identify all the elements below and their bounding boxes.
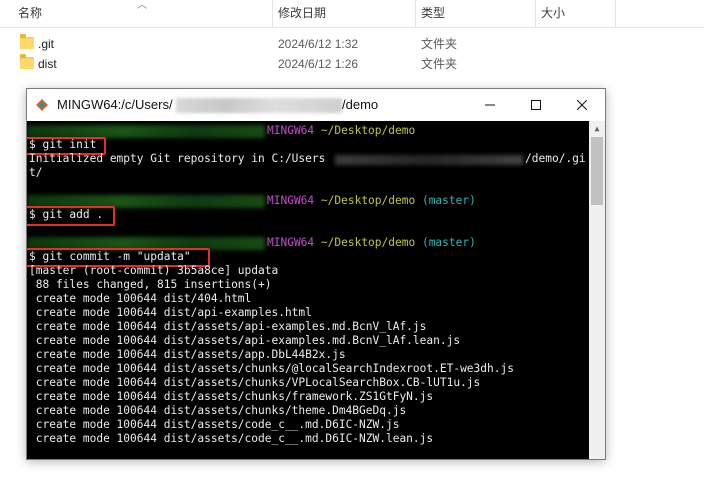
prompt-host: MINGW64 <box>267 124 315 137</box>
file-type: 文件夹 <box>421 57 458 71</box>
column-header-type[interactable]: 类型 <box>417 0 535 27</box>
output-line: [master (root-commit) 3b5a8ce] updata <box>29 264 279 277</box>
prompt-host: MINGW64 <box>267 236 315 249</box>
minimize-icon <box>485 104 495 106</box>
window-title-suffix: /demo <box>342 97 379 112</box>
git-bash-icon <box>36 99 48 111</box>
output-line: create mode 100644 dist/assets/code_c__.… <box>29 418 400 431</box>
output-line: Initialized empty Git repository in C:/U… <box>29 152 326 165</box>
file-date: 2024/6/12 1:32 <box>278 37 359 51</box>
prompt-path: ~/Desktop/demo <box>320 194 416 207</box>
file-row-git[interactable]: .git 2024/6/12 1:32 文件夹 <box>0 33 704 55</box>
title-bar[interactable]: MINGW64:/c/Users/ /demo <box>27 89 605 121</box>
output-line: create mode 100644 dist/assets/chunks/th… <box>29 404 407 417</box>
maximize-icon <box>531 100 541 110</box>
output-line: 88 files changed, 815 insertions(+) <box>29 278 272 291</box>
output-line: create mode 100644 dist/assets/code_c__.… <box>29 432 434 445</box>
file-name: .git <box>38 37 55 51</box>
folder-icon <box>20 54 34 69</box>
output-line: create mode 100644 dist/assets/chunks/@l… <box>29 362 514 375</box>
file-name: dist <box>38 57 57 71</box>
prompt-line: MINGW64 ~/Desktop/demo (master) <box>267 236 476 250</box>
sort-up-icon: ︿ <box>137 0 147 11</box>
file-row-dist[interactable]: dist 2024/6/12 1:26 文件夹 <box>0 53 704 75</box>
maximize-button[interactable] <box>513 89 559 121</box>
output-line: create mode 100644 dist/assets/api-examp… <box>29 320 427 333</box>
prompt-path: ~/Desktop/demo <box>320 236 416 249</box>
column-divider[interactable] <box>415 0 416 27</box>
prompt-host: MINGW64 <box>267 194 315 207</box>
redacted-username <box>176 98 342 113</box>
scroll-thumb[interactable] <box>591 137 603 205</box>
column-divider[interactable] <box>615 0 616 27</box>
column-divider[interactable] <box>272 0 273 27</box>
file-type: 文件夹 <box>421 37 458 51</box>
output-line: create mode 100644 dist/assets/app.DbL44… <box>29 348 346 361</box>
folder-icon <box>20 34 34 49</box>
window-title-prefix: MINGW64:/c/Users/ <box>57 97 173 112</box>
close-button[interactable] <box>559 89 605 121</box>
column-header-bar: 名称 ︿ 修改日期 类型 大小 <box>0 0 704 28</box>
close-icon <box>577 100 587 110</box>
terminal-output[interactable]: MINGW64 ~/Desktop/demo $ git init Initia… <box>27 121 605 459</box>
scroll-up-arrow-icon[interactable]: ▲ <box>589 121 605 137</box>
prompt-path: ~/Desktop/demo <box>320 124 416 137</box>
prompt-branch: (master) <box>421 236 476 249</box>
output-line: create mode 100644 dist/assets/api-examp… <box>29 334 461 347</box>
output-line: /demo/.gi <box>525 152 586 165</box>
prompt-line: MINGW64 ~/Desktop/demo (master) <box>267 194 476 208</box>
file-date: 2024/6/12 1:26 <box>278 57 359 71</box>
vertical-scrollbar[interactable]: ▲ <box>589 121 605 459</box>
mingw64-terminal-window: MINGW64:/c/Users/ /demo MINGW64 ~/Deskto… <box>26 88 606 460</box>
prompt-branch: (master) <box>421 194 476 207</box>
column-header-date[interactable]: 修改日期 <box>274 0 414 27</box>
prompt-line: MINGW64 ~/Desktop/demo <box>267 124 415 138</box>
column-divider[interactable] <box>535 0 536 27</box>
redacted-path <box>335 155 523 165</box>
output-line: create mode 100644 dist/api-examples.htm… <box>29 306 312 319</box>
output-line: create mode 100644 dist/404.html <box>29 292 252 305</box>
output-line: create mode 100644 dist/assets/chunks/fr… <box>29 390 434 403</box>
output-line: t/ <box>29 166 43 179</box>
column-header-size[interactable]: 大小 <box>537 0 615 27</box>
highlight-box <box>27 206 115 226</box>
minimize-button[interactable] <box>467 89 513 121</box>
output-line: create mode 100644 dist/assets/chunks/VP… <box>29 376 481 389</box>
